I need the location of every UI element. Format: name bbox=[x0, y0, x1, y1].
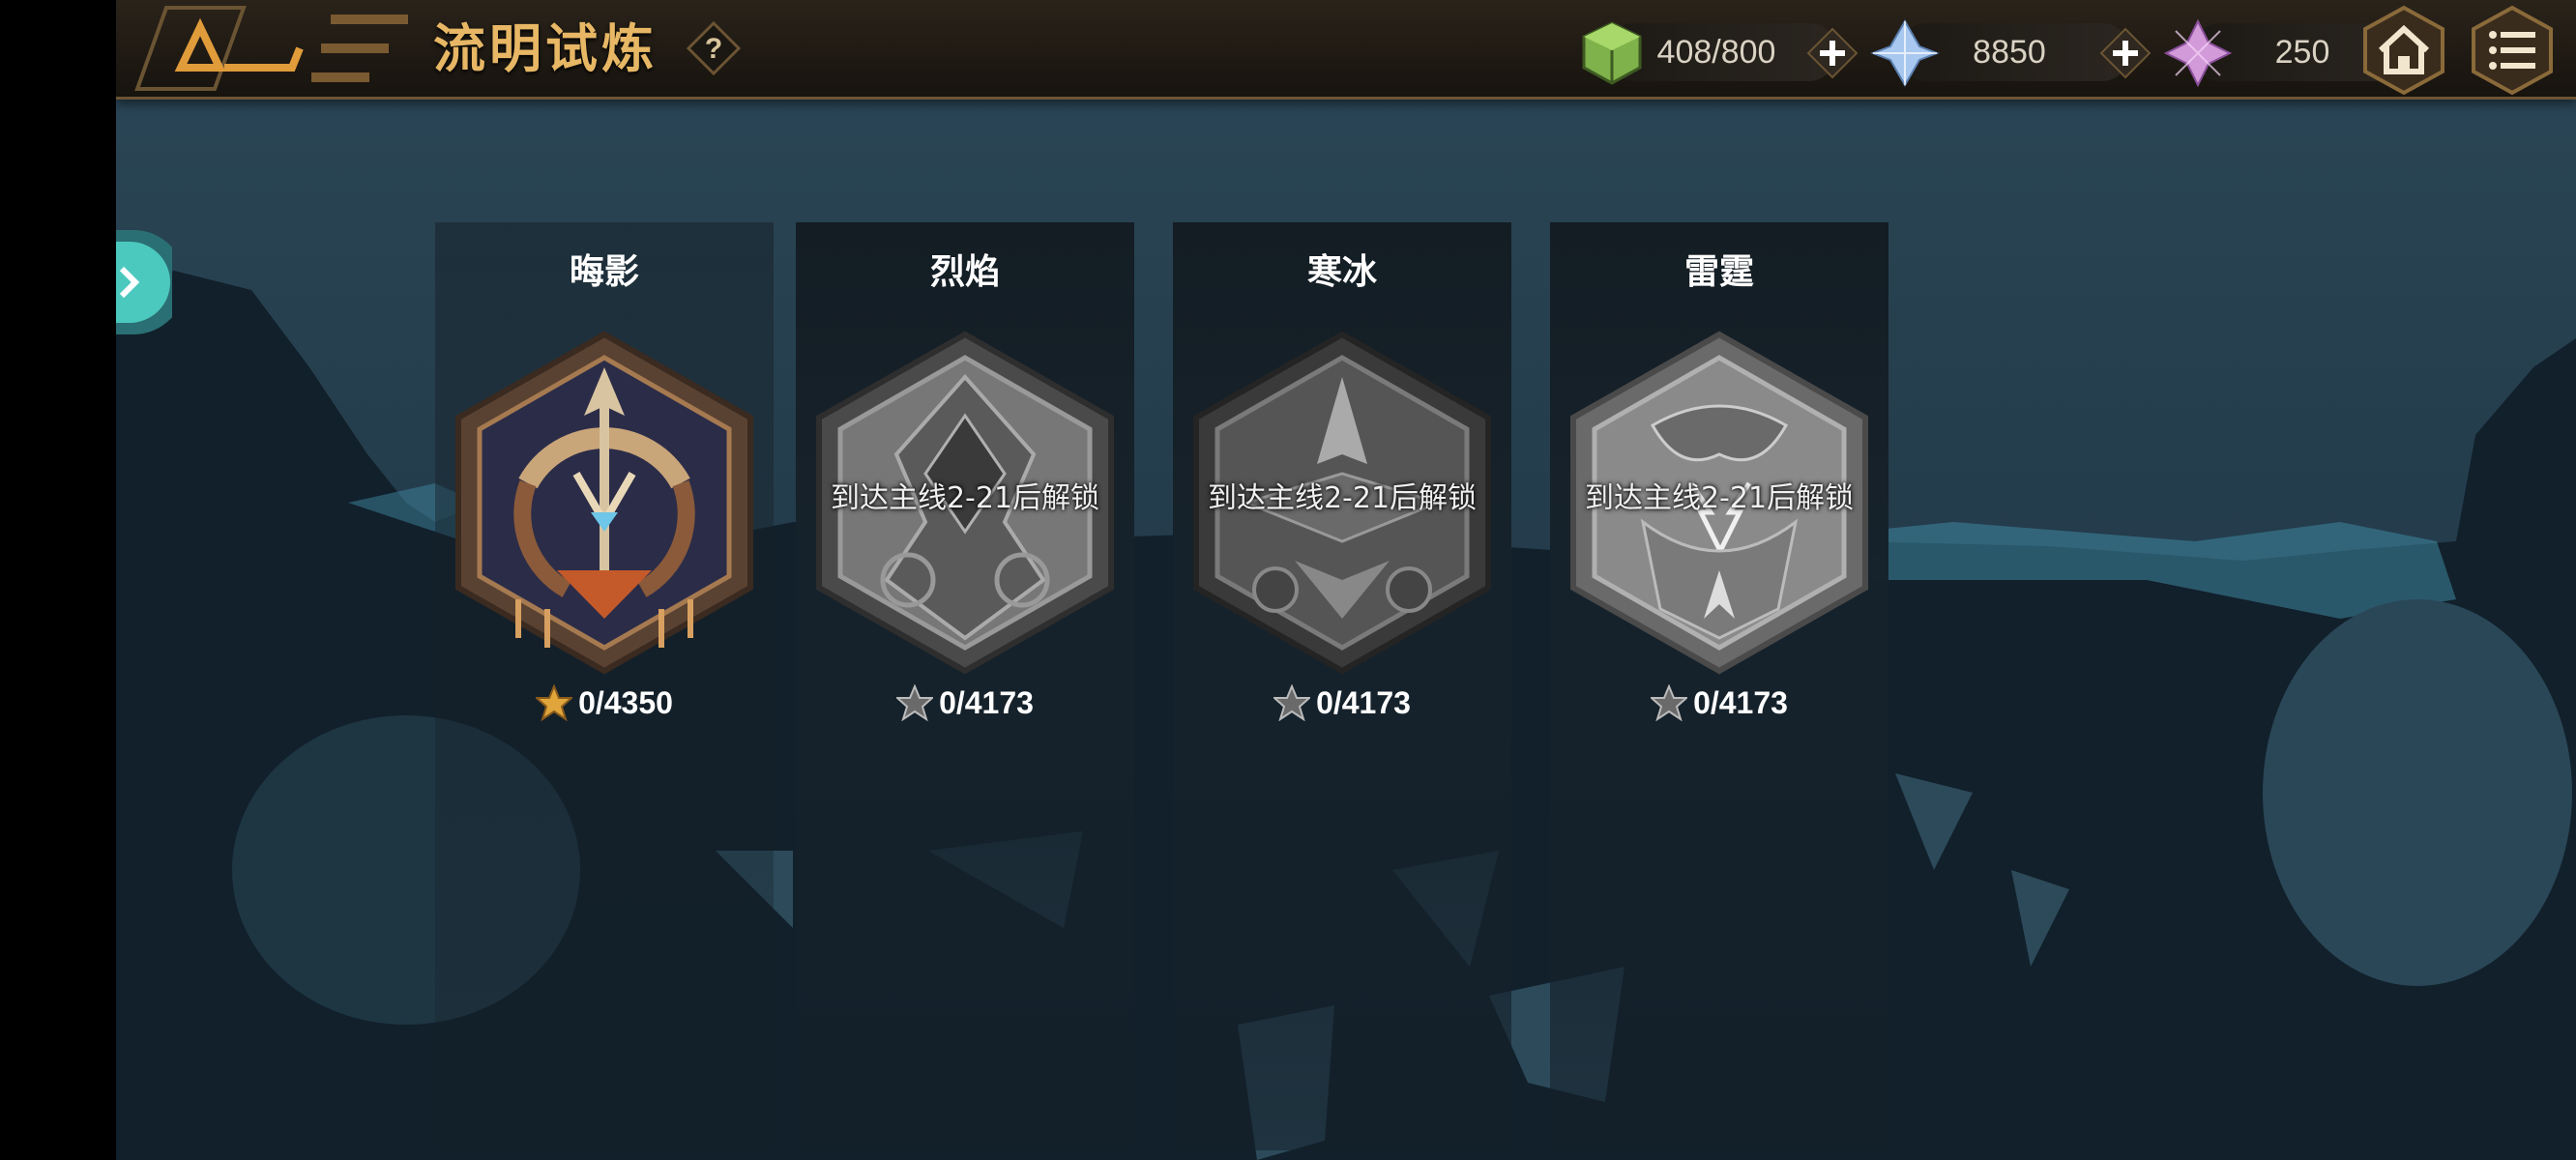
expand-side-panel-button[interactable] bbox=[95, 230, 172, 334]
page-title: 流明试炼 bbox=[433, 18, 658, 79]
add-crystal-button[interactable] bbox=[2099, 27, 2152, 79]
trial-name: 寒冰 bbox=[1306, 252, 1377, 292]
add-stamina-button[interactable] bbox=[1806, 27, 1859, 79]
stamina-cube-icon bbox=[1582, 21, 1642, 85]
trial-score: 0/4173 bbox=[1173, 684, 1511, 721]
question-icon[interactable]: ? bbox=[685, 19, 743, 77]
unlock-requirement-text: 到达主线2-21后解锁 bbox=[830, 481, 1100, 515]
crystal-counter: 8850 bbox=[1870, 18, 2152, 88]
blue-crystal-icon bbox=[1870, 18, 1940, 88]
stamina-value: 408/800 bbox=[1656, 34, 1776, 71]
trial-score: 0/4173 bbox=[796, 684, 1134, 721]
trial-score: 0/4173 bbox=[1550, 684, 1888, 721]
trial-score-value: 0/4350 bbox=[578, 685, 673, 720]
gray-star-icon bbox=[1273, 684, 1311, 721]
top-bar: 流明试炼 ? 408/800 8850 250 bbox=[116, 0, 2576, 100]
home-icon[interactable] bbox=[2357, 4, 2450, 97]
crystal-value: 8850 bbox=[1973, 34, 2046, 71]
svg-text:?: ? bbox=[705, 33, 722, 65]
game-scene: 流明试炼 ? 408/800 8850 250 晦影 0/4350 烈焰 到达主… bbox=[116, 0, 2576, 1160]
list-menu-icon[interactable] bbox=[2466, 4, 2559, 97]
unlock-requirement-text: 到达主线2-21后解锁 bbox=[1207, 481, 1478, 515]
trial-score-value: 0/4173 bbox=[1693, 685, 1788, 720]
trial-card-ice[interactable]: 寒冰 到达主线2-21后解锁 0/4173 bbox=[1173, 222, 1511, 1150]
game-logo-icon bbox=[134, 6, 408, 91]
trial-score-value: 0/4173 bbox=[939, 685, 1034, 720]
premium-crystal-value: 250 bbox=[2274, 34, 2330, 71]
trial-card-flame[interactable]: 烈焰 到达主线2-21后解锁 0/4173 bbox=[796, 222, 1134, 1150]
trial-name: 雷霆 bbox=[1683, 252, 1754, 292]
trial-card-thunder[interactable]: 雷霆 到达主线2-21后解锁 0/4173 bbox=[1550, 222, 1888, 1150]
trial-name: 晦影 bbox=[569, 252, 639, 292]
unlock-requirement-text: 到达主线2-21后解锁 bbox=[1584, 481, 1855, 515]
stamina-counter: 408/800 bbox=[1582, 21, 1859, 85]
gray-star-icon bbox=[1651, 684, 1688, 721]
pink-crystal-icon bbox=[2163, 18, 2233, 88]
trial-name: 烈焰 bbox=[929, 252, 1000, 292]
left-letterbox bbox=[0, 0, 116, 1160]
gold-star-icon bbox=[536, 684, 573, 721]
shadow-emblem-icon bbox=[455, 331, 753, 675]
trial-card-shadow[interactable]: 晦影 0/4350 bbox=[435, 222, 774, 1150]
trial-score-value: 0/4173 bbox=[1316, 685, 1411, 720]
trial-score: 0/4350 bbox=[435, 684, 774, 721]
gray-star-icon bbox=[896, 684, 934, 721]
